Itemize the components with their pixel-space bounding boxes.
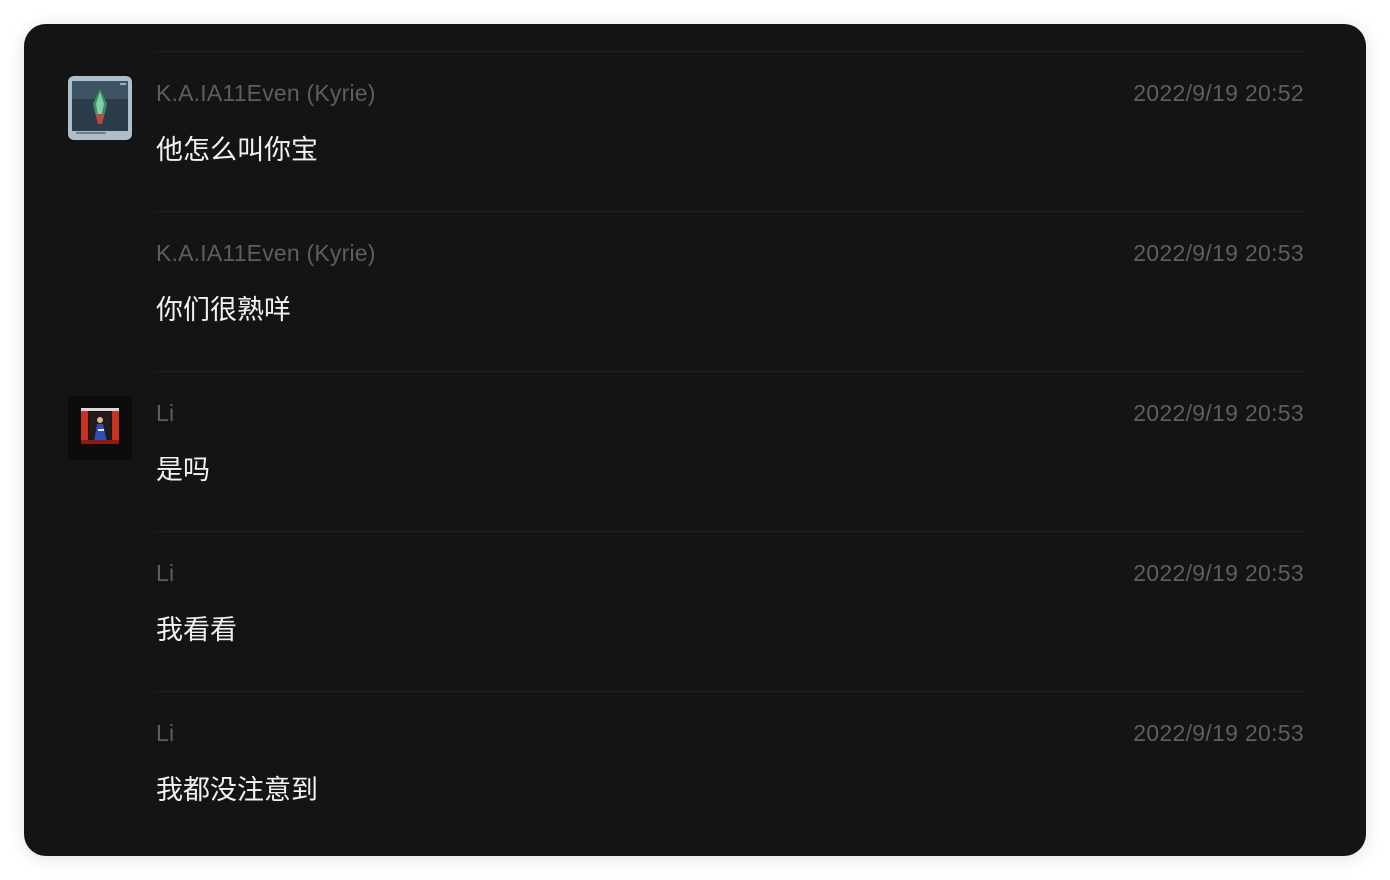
avatar[interactable] [68, 396, 132, 460]
message-timestamp: 2022/9/19 20:53 [1133, 560, 1304, 586]
message-divider [154, 371, 1304, 372]
message-text: 是吗 [156, 455, 210, 486]
chat-window: K.A.IA11Even (Kyrie) 2022/9/19 20:52 他怎么… [24, 24, 1366, 856]
message-item[interactable]: Li 2022/9/19 20:53 是吗 [24, 344, 1366, 504]
sender-name: Li [156, 560, 175, 586]
message-timestamp: 2022/9/19 20:53 [1133, 240, 1304, 266]
sender-name: Li [156, 400, 175, 426]
kyrie-avatar-image [68, 76, 132, 140]
avatar[interactable] [68, 76, 132, 140]
message-divider [154, 691, 1304, 692]
message-item[interactable]: Li 2022/9/19 20:53 我看看 [24, 504, 1366, 664]
message-item[interactable]: K.A.IA11Even (Kyrie) 2022/9/19 20:52 他怎么… [24, 24, 1366, 184]
message-text: 他怎么叫你宝 [156, 135, 318, 166]
sender-name: K.A.IA11Even (Kyrie) [156, 240, 376, 266]
message-text: 你们很熟咩 [156, 295, 291, 326]
message-timestamp: 2022/9/19 20:52 [1133, 80, 1304, 106]
message-item[interactable]: K.A.IA11Even (Kyrie) 2022/9/19 20:53 你们很… [24, 184, 1366, 344]
sender-name: K.A.IA11Even (Kyrie) [156, 80, 376, 106]
message-divider [154, 531, 1304, 532]
message-list: K.A.IA11Even (Kyrie) 2022/9/19 20:52 他怎么… [24, 24, 1366, 824]
message-divider [154, 51, 1304, 52]
message-text: 我都没注意到 [156, 775, 318, 806]
sender-name: Li [156, 720, 175, 746]
message-text: 我看看 [156, 615, 237, 646]
li-avatar-image [68, 396, 132, 460]
message-timestamp: 2022/9/19 20:53 [1133, 400, 1304, 426]
message-item[interactable]: Li 2022/9/19 20:53 我都没注意到 [24, 664, 1366, 824]
message-divider [154, 211, 1304, 212]
message-timestamp: 2022/9/19 20:53 [1133, 720, 1304, 746]
